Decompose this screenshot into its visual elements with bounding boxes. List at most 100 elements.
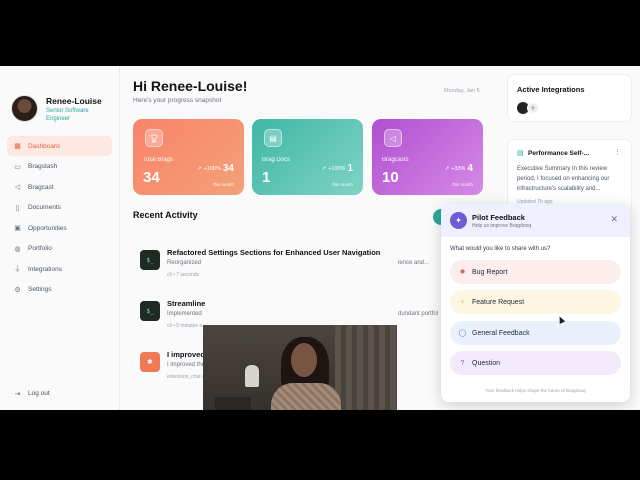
logout-button[interactable]: ⇥ Log out (13, 389, 50, 398)
trend-up-icon: ↗ (444, 165, 450, 172)
close-icon[interactable]: ✕ (610, 214, 618, 225)
current-date: Monday, Jan 5 (444, 88, 480, 94)
profile[interactable]: Renee-Louise Senior Software Engineer (11, 95, 106, 123)
terminal-icon: $_ (140, 250, 160, 270)
webcam-overlay (203, 325, 397, 410)
lightbulb-icon: ♀ (459, 298, 466, 306)
option-label: Bug Report (472, 268, 508, 276)
sidebar: Renee-Louise Senior Software Engineer ▦ … (0, 66, 120, 410)
question-icon: ? (460, 359, 465, 367)
option-label: Feature Request (472, 298, 525, 306)
grid-icon: ▦ (14, 143, 21, 150)
sidebar-item-integrations[interactable]: ⏚ Integrations (7, 259, 112, 279)
activity-meta: cli • 5 minutes a (167, 323, 203, 329)
sidebar-item-bragcast[interactable]: ◁ Bragcast (7, 177, 112, 197)
stat-value: 10 (382, 169, 399, 186)
activity-description: Implemented (167, 311, 202, 317)
sidebar-item-opportunities[interactable]: ▣ Opportunities (7, 218, 112, 238)
activity-description-tail: ience and... (398, 260, 430, 266)
profile-role: Senior Software Engineer (46, 108, 89, 122)
document-icon: ▤ (517, 150, 524, 157)
sidebar-item-label: Portfolio (28, 245, 52, 252)
recent-activity-title: Recent Activity (133, 210, 198, 220)
popup-subtitle: Help us improve Bragdooq (472, 223, 532, 229)
question-button[interactable]: ? Question (450, 351, 621, 375)
pilot-feedback-popup: ✦ Pilot Feedback Help us improve Bragdoo… (441, 204, 630, 402)
logout-icon: ⇥ (14, 390, 21, 398)
stat-card-total-brags[interactable]: 🏆︎ Total Brags 34 ↗ +100% 34 this month (133, 119, 244, 195)
popup-footer: Your feedback helps shape the future of … (485, 388, 586, 393)
sidebar-item-dashboard[interactable]: ▦ Dashboard (7, 136, 112, 156)
sidebar-item-label: Bragcast (28, 183, 54, 191)
option-label: General Feedback (472, 329, 530, 337)
trophy-icon: 🏆︎ (145, 129, 163, 147)
profile-name: Renee-Louise (46, 96, 102, 106)
stat-label: Bragcasts (382, 157, 409, 163)
gear-icon: ⚙ (14, 286, 21, 294)
sidebar-nav: ▦ Dashboard ▭ Bragstash ◁ Bragcast ▯ Doc… (7, 136, 112, 300)
more-icon[interactable]: ⋮ (614, 148, 621, 156)
inbox-icon: ▭ (14, 163, 21, 171)
popup-header: ✦ Pilot Feedback Help us improve Bragdoo… (441, 204, 630, 237)
sidebar-item-label: Bragstash (28, 163, 58, 170)
document-title: Performance Self-... (528, 150, 590, 157)
trend-up-icon: ↗ (196, 165, 202, 172)
stat-period: this month (332, 182, 353, 187)
stat-label: Brag Docs (262, 157, 291, 163)
terminal-icon: $_ (140, 301, 160, 321)
avatar (11, 95, 38, 122)
chat-icon: ◯ (458, 330, 467, 337)
sidebar-item-documents[interactable]: ▯ Documents (7, 198, 112, 218)
activity-title: I improved (167, 350, 205, 359)
sidebar-item-label: Settings (28, 286, 52, 293)
stat-change-percent: +33% (451, 165, 466, 172)
active-integrations-card: Active Integrations + (507, 74, 632, 122)
activity-description: Reorganized (167, 260, 202, 266)
feedback-logo-icon: ✦ (450, 212, 467, 229)
globe-icon: ◍ (14, 245, 21, 253)
sidebar-item-label: Integrations (28, 265, 62, 273)
stat-change-value: 34 (222, 163, 234, 174)
sidebar-item-bragstash[interactable]: ▭ Bragstash (7, 157, 112, 177)
stat-change: ↗ +100% 34 (197, 163, 234, 174)
bug-report-button[interactable]: ✹ Bug Report (450, 260, 621, 284)
page-title: Hi Renee-Louise! (133, 78, 248, 94)
stat-change-percent: +100% (203, 165, 221, 172)
option-label: Question (472, 359, 501, 367)
stat-change: ↗ +100% 1 (322, 163, 353, 174)
document-icon: ▯ (15, 204, 20, 212)
megaphone-icon: ◁ (14, 184, 21, 191)
briefcase-icon: ▣ (14, 225, 21, 232)
sidebar-item-label: Opportunities (28, 224, 67, 232)
stat-period: this month (213, 182, 234, 187)
stat-card-bragcasts[interactable]: ◁ Bragcasts 10 ↗ +33% 4 this month (372, 119, 483, 195)
sidebar-item-settings[interactable]: ⚙ Settings (7, 280, 112, 300)
popup-title: Pilot Feedback (472, 213, 525, 222)
stat-change: ↗ +33% 4 (445, 163, 473, 174)
megaphone-icon: ◁ (384, 129, 402, 147)
add-integration-icon[interactable]: + (527, 102, 539, 114)
stat-change-value: 4 (467, 163, 473, 174)
stat-period: this month (452, 182, 473, 187)
plug-icon: ⏚ (14, 266, 21, 273)
activity-title: Refactored Settings Sections for Enhance… (167, 248, 381, 257)
sidebar-item-label: Documents (28, 204, 61, 211)
sidebar-item-label: Dashboard (28, 142, 60, 150)
document-excerpt: Executive Summary In this review period,… (517, 166, 610, 192)
stat-value: 34 (143, 169, 160, 186)
list-item[interactable]: $_ Refactored Settings Sections for Enha… (140, 248, 440, 280)
document-card[interactable]: ▤ Performance Self-... ⋮ Executive Summa… (507, 139, 632, 214)
sidebar-item-portfolio[interactable]: ◍ Portfolio (7, 239, 112, 259)
document-icon: ▤ (264, 129, 282, 147)
trend-up-icon: ↗ (321, 165, 327, 172)
activity-meta: cli • 7 seconds (167, 272, 200, 278)
general-feedback-button[interactable]: ◯ General Feedback (450, 321, 621, 345)
feature-request-button[interactable]: ♀ Feature Request (450, 290, 621, 314)
stat-change-percent: +100% (328, 165, 346, 172)
stat-card-brag-docs[interactable]: ▤ Brag Docs 1 ↗ +100% 1 this month (252, 119, 363, 195)
star-icon: ✱ (140, 352, 160, 372)
bug-icon: ✹ (459, 269, 466, 276)
logout-label: Log out (28, 390, 50, 397)
stat-value: 1 (262, 169, 271, 186)
activity-description-tail: dundant portfol (398, 311, 439, 317)
